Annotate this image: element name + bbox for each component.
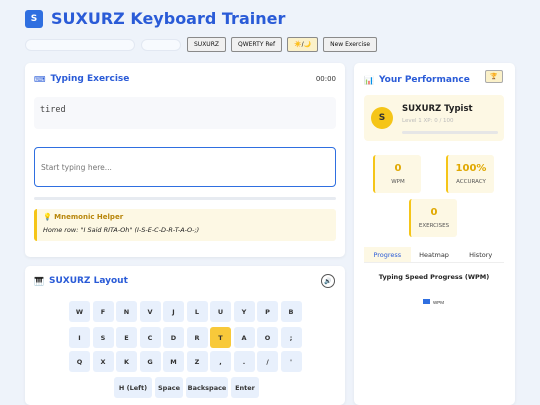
typing-input[interactable] [34,147,336,187]
stat-value: 0 [394,163,402,174]
performance-tabs: Progress Heatmap History [364,247,505,263]
xp-progress-bar [402,131,498,134]
key-B[interactable]: B [280,301,302,322]
performance-title: Your Performance [378,75,470,85]
timer: 00:00 [315,75,336,83]
new-exercise-button[interactable]: New Exercise [323,37,378,52]
piano-icon: 🎹 [34,276,44,286]
key-backspace[interactable]: Backspace [186,377,228,398]
mnemonic-title: Mnemonic Helper [54,213,124,221]
layout-select[interactable] [25,38,135,51]
key-D[interactable]: D [163,327,184,348]
exercise-text: tired [34,97,336,129]
key-G[interactable]: G [139,351,161,372]
profile-name: SUXURZ Typist [402,104,473,114]
app-header: S SUXURZ Keyboard Trainer [25,9,285,28]
key-K[interactable]: K [116,351,137,372]
stat-accuracy: 100% ACCURACY [446,155,494,193]
stat-label: EXERCISES [418,223,450,229]
key-symbol[interactable]: . [233,351,255,372]
level-text: Level 1 XP: 0 / 100 [402,118,454,124]
key-space[interactable]: Space [155,377,183,398]
key-I[interactable]: I [69,327,90,348]
wpm-chart: WPM1.00.80.60.40.20 [423,299,444,305]
tab-progress[interactable]: Progress [364,247,411,263]
sound-toggle-button[interactable]: 🔊 [321,274,335,288]
key-A[interactable]: A [233,327,255,348]
key-O[interactable]: O [257,327,278,348]
toolbar: SUXURZ QWERTY Ref ☀️/🌙 New Exercise [25,37,382,52]
key-Z[interactable]: Z [186,351,208,372]
stat-value: 100% [455,163,487,174]
typing-exercise-card: ⌨ Typing Exercise 00:00 tired 💡 Mnemonic… [25,63,345,257]
key-W[interactable]: W [69,301,90,322]
key-L[interactable]: L [186,301,208,322]
keyboard-icon: ⌨ [34,74,46,84]
key-Y[interactable]: Y [233,301,255,322]
mnemonic-helper: 💡 Mnemonic Helper Home row: "I Said RITA… [34,209,336,241]
key-R[interactable]: R [186,327,208,348]
key-X[interactable]: X [92,351,114,372]
chart-title: Typing Speed Progress (WPM) [378,273,490,281]
key-E[interactable]: E [116,327,137,348]
key-Q[interactable]: Q [69,351,90,372]
exercise-title: Typing Exercise [50,74,130,84]
mode-select[interactable] [141,38,181,51]
key-symbol[interactable]: ' [280,351,302,372]
layout-title: SUXURZ Layout [48,276,128,286]
suxurz-button[interactable]: SUXURZ [187,37,226,52]
layout-card: 🎹 SUXURZ Layout 🔊 W F N V J L U Y P B I S E C D R T A O; Q X… [25,266,345,405]
key-symbol[interactable]: ; [280,327,302,348]
qwerty-ref-button[interactable]: QWERTY Ref [230,37,283,52]
key-T[interactable]: T [210,327,231,348]
key-S[interactable]: S [92,327,114,348]
legend-label: WPM [433,300,444,305]
key-C[interactable]: C [139,327,161,348]
key-P[interactable]: P [257,301,278,322]
key-F[interactable]: F [92,301,114,322]
app-logo: S [25,9,43,28]
key-hleft[interactable]: H (Left) [114,377,152,398]
lightbulb-icon: 💡 [43,213,52,221]
stat-exercises: 0 EXERCISES [409,199,457,237]
key-V[interactable]: V [139,301,161,322]
tab-heatmap[interactable]: Heatmap [410,247,458,263]
profile-card: S SUXURZ Typist Level 1 XP: 0 / 100 [364,95,504,141]
achievements-button[interactable]: 🏆 [485,70,503,83]
speaker-icon: 🔊 [324,277,332,285]
key-symbol[interactable]: / [257,351,278,372]
key-N[interactable]: N [116,301,137,322]
stat-wpm: 0 WPM [373,155,421,193]
key-U[interactable]: U [210,301,231,322]
avatar: S [371,107,393,129]
stat-value: 0 [430,207,438,218]
key-M[interactable]: M [163,351,184,372]
tab-history[interactable]: History [457,247,505,263]
chart-icon: 📊 [364,75,374,85]
app-title: SUXURZ Keyboard Trainer [51,9,286,28]
exercise-progress-bar [34,197,336,200]
key-J[interactable]: J [163,301,184,322]
theme-toggle-button[interactable]: ☀️/🌙 [287,37,319,52]
stat-label: WPM [391,179,405,185]
key-enter[interactable]: Enter [231,377,259,398]
mnemonic-text: Home row: "I Said RITA-Oh" (I-S-E-C-D-R-… [43,226,200,234]
legend-swatch [423,299,430,304]
stat-label: ACCURACY [456,179,486,185]
performance-card: 📊 Your Performance 🏆 S SUXURZ Typist Lev… [354,63,515,405]
trophy-icon: 🏆 [490,73,498,80]
key-symbol[interactable]: , [210,351,231,372]
